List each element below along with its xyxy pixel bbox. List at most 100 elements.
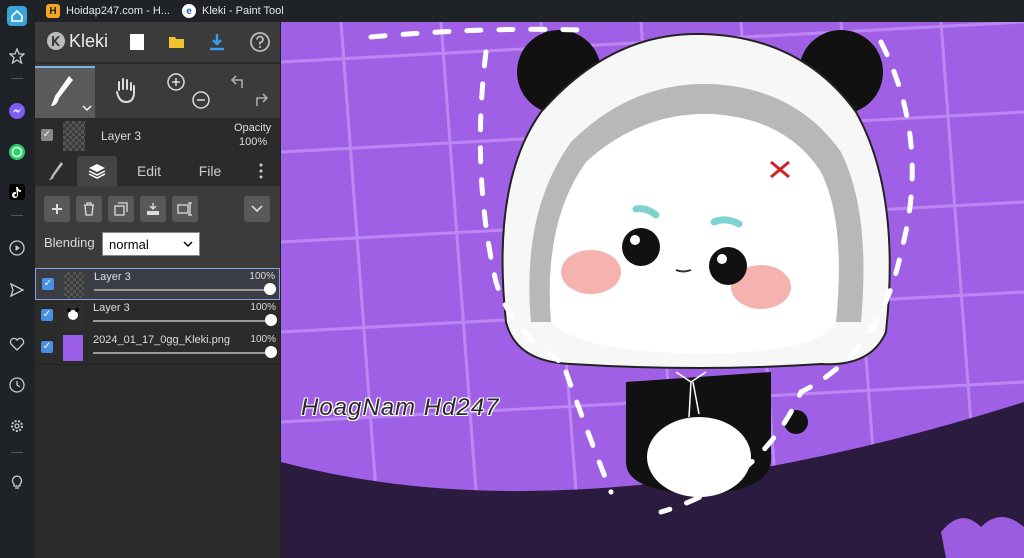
play-icon[interactable] (7, 238, 27, 258)
panel-tabs: Edit File (35, 156, 280, 186)
new-image-button[interactable] (123, 28, 151, 56)
layer-visibility-checkbox[interactable]: ✓ (41, 309, 53, 321)
star-icon[interactable] (7, 46, 27, 66)
layer-opacity-slider[interactable] (93, 320, 269, 322)
layer-visibility-checkbox[interactable]: ✓ (41, 341, 53, 353)
blending-select[interactable]: normal (102, 232, 200, 256)
hand-tool-button[interactable] (113, 76, 139, 109)
more-menu-button[interactable] (253, 156, 269, 186)
watermark-text: HoagNam Hd247 (301, 394, 500, 421)
kleki-favicon: e (182, 4, 196, 18)
tab-brush[interactable] (41, 156, 71, 186)
layer-thumbnail (63, 335, 83, 361)
layer-visibility-checkbox[interactable]: ✓ (42, 278, 54, 290)
layer-item[interactable]: ✓ 2024_01_17_0gg_Kleki.png 100% (35, 332, 280, 365)
layer-preview-thumbnail (63, 121, 85, 151)
duplicate-icon (114, 202, 128, 216)
duplicate-layer-button[interactable] (108, 196, 134, 222)
help-button[interactable] (246, 28, 274, 56)
chevron-down-icon (251, 205, 263, 213)
canvas-artwork (281, 22, 1024, 558)
layer-preview-checkbox[interactable]: ✓ (41, 129, 53, 141)
tab-edit[interactable]: Edit (129, 156, 169, 186)
open-image-button[interactable] (163, 28, 191, 56)
blending-label: Blending (44, 235, 95, 250)
save-image-button[interactable] (203, 28, 231, 56)
brush-tool-button[interactable] (35, 66, 95, 120)
layer-name: Layer 3 (94, 271, 131, 283)
tab-layers[interactable] (77, 156, 117, 186)
tab-title: Hoidap247.com - H... (66, 5, 170, 17)
tab-hoidap[interactable]: H Hoidap247.com - H... (46, 0, 170, 22)
settings-icon[interactable] (7, 416, 27, 436)
messenger-icon[interactable] (7, 101, 27, 121)
blending-row: Blending normal (35, 232, 280, 268)
kleki-logo-icon (47, 32, 65, 50)
add-layer-button[interactable] (44, 196, 70, 222)
lightbulb-icon[interactable] (7, 472, 27, 492)
hand-icon (116, 78, 135, 104)
help-icon (250, 32, 270, 52)
sidebar-divider (11, 215, 23, 216)
layer-opacity: 100% (250, 302, 276, 313)
layer-opacity-slider[interactable] (93, 352, 269, 354)
zoom-in-button[interactable] (166, 72, 186, 97)
expand-actions-button[interactable] (244, 196, 270, 222)
layer-item[interactable]: ✓ Layer 3 100% (35, 300, 280, 333)
brush-icon (51, 76, 92, 111)
layer-opacity: 100% (249, 271, 275, 282)
tiktok-icon[interactable] (7, 182, 27, 202)
layer-preview-name: Layer 3 (101, 129, 142, 143)
whatsapp-icon[interactable] (7, 142, 27, 162)
rename-icon (177, 202, 192, 216)
heart-icon[interactable] (7, 334, 27, 354)
layer-thumbnail (64, 272, 84, 298)
current-layer-preview: ✓ Layer 3 Opacity 100% (35, 118, 280, 156)
tab-file[interactable]: File (193, 156, 227, 186)
redo-icon (256, 93, 269, 106)
download-icon (210, 34, 224, 51)
more-vertical-icon (259, 163, 263, 179)
delete-layer-button[interactable] (76, 196, 102, 222)
send-icon[interactable] (7, 280, 27, 300)
browser-tab-bar: H Hoidap247.com - H... e Kleki - Paint T… (36, 0, 1024, 22)
chevron-down-icon (183, 241, 193, 248)
layer-actions (35, 186, 280, 232)
layers-icon (88, 164, 106, 179)
home-icon[interactable] (7, 6, 27, 26)
layer-opacity-knob[interactable] (265, 314, 277, 326)
layer-thumbnail (63, 303, 83, 329)
zoom-in-icon (167, 73, 185, 91)
folder-icon (169, 37, 184, 48)
sidebar-divider (11, 452, 23, 453)
layer-opacity-knob[interactable] (264, 283, 276, 295)
blending-value: normal (109, 236, 149, 252)
drawing-canvas[interactable]: HoagNam Hd247 (281, 22, 1024, 558)
merge-layer-button[interactable] (140, 196, 166, 222)
rename-layer-button[interactable] (172, 196, 198, 222)
brush-tab-icon (49, 162, 63, 180)
merge-down-icon (147, 203, 159, 215)
redo-button[interactable] (251, 90, 271, 113)
opacity-value: 100% (239, 136, 268, 148)
sidebar-divider (11, 78, 23, 79)
layer-opacity-knob[interactable] (265, 346, 277, 358)
zoom-out-button[interactable] (191, 90, 211, 115)
app-header: Kleki (35, 22, 280, 62)
history-icon[interactable] (7, 375, 27, 395)
kleki-panel: Kleki ✓ Layer 3 Opacity 100% Edit File B… (35, 22, 280, 558)
trash-icon (84, 202, 94, 216)
layer-opacity: 100% (250, 334, 276, 345)
browser-sidebar (0, 0, 34, 558)
tab-kleki[interactable]: e Kleki - Paint Tool (182, 0, 284, 22)
tab-title: Kleki - Paint Tool (202, 5, 284, 17)
undo-button[interactable] (228, 74, 248, 97)
app-logo-text: Kleki (69, 30, 109, 51)
kleki-logo: Kleki (45, 30, 108, 52)
undo-icon (230, 75, 243, 88)
layer-name: 2024_01_17_0gg_Kleki.png (93, 334, 231, 346)
layer-name: Layer 3 (93, 302, 130, 314)
layer-opacity-slider[interactable] (94, 289, 270, 291)
hoidap-favicon: H (46, 4, 60, 18)
layer-item[interactable]: ✓ Layer 3 100% (35, 268, 280, 300)
